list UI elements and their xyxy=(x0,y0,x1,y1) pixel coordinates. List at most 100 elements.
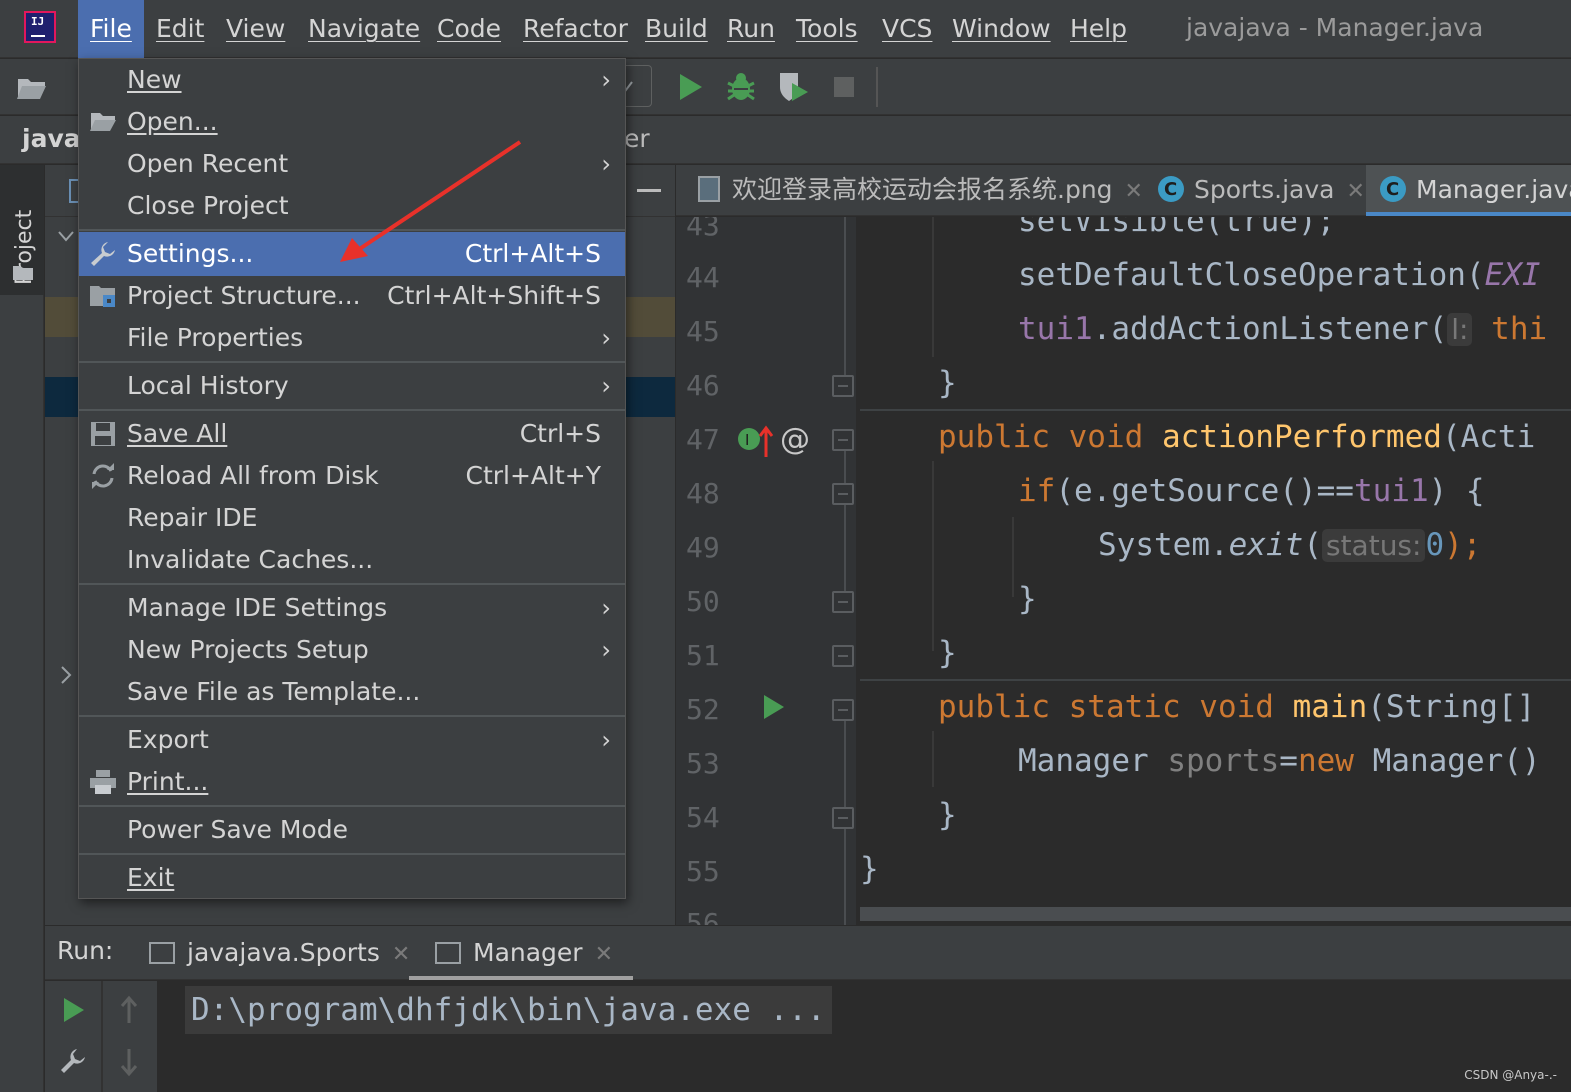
menu-item-project-structure[interactable]: Project Structure... Ctrl+Alt+Shift+S xyxy=(79,275,625,317)
breadcrumb-tail[interactable]: er xyxy=(624,124,650,153)
menu-item-export[interactable]: Export › xyxy=(79,719,625,761)
line-number: 49 xyxy=(686,531,720,564)
menu-item-open[interactable]: Open... xyxy=(79,101,625,143)
scroll-up-icon[interactable] xyxy=(119,995,139,1025)
line-number: 55 xyxy=(686,855,720,888)
wrench-icon[interactable] xyxy=(59,1047,87,1075)
menu-item-exit[interactable]: Exit xyxy=(79,857,625,899)
close-icon[interactable]: ✕ xyxy=(1125,179,1143,204)
line-number: 43 xyxy=(686,217,720,242)
menu-separator xyxy=(79,853,625,855)
chevron-right-icon[interactable] xyxy=(59,665,73,685)
menu-item-close-project[interactable]: Close Project xyxy=(79,185,625,227)
run-main-icon[interactable] xyxy=(762,693,786,721)
code-line-53: Manager sports=new Manager() xyxy=(1018,743,1541,779)
open-folder-icon[interactable] xyxy=(16,73,48,101)
menu-separator xyxy=(79,583,625,585)
menu-window[interactable]: Window xyxy=(952,0,1051,58)
implements-method-icon[interactable]: I xyxy=(736,423,780,459)
menu-edit[interactable]: Edit xyxy=(156,0,204,58)
menu-item-save-all[interactable]: Save All Ctrl+S xyxy=(79,413,625,455)
menu-item-power-save-mode[interactable]: Power Save Mode xyxy=(79,809,625,851)
fold-line xyxy=(844,505,846,591)
menu-item-save-file-as-template[interactable]: Save File as Template... xyxy=(79,671,625,713)
menu-item-print[interactable]: Print... xyxy=(79,761,625,803)
menu-file[interactable]: File xyxy=(78,0,144,58)
run-icon[interactable] xyxy=(676,72,704,102)
close-icon[interactable]: ✕ xyxy=(1346,179,1364,204)
debug-icon[interactable] xyxy=(726,71,756,103)
fold-marker-icon[interactable] xyxy=(832,483,854,505)
parameter-hint: l: xyxy=(1447,313,1473,346)
console-output[interactable]: D:\program\dhfjdk\bin\java.exe ... xyxy=(185,986,832,1034)
close-icon[interactable]: ✕ xyxy=(392,942,410,967)
menu-item-invalidate-caches[interactable]: Invalidate Caches... xyxy=(79,539,625,581)
fold-marker-icon[interactable] xyxy=(832,375,854,397)
rerun-icon[interactable] xyxy=(61,995,87,1025)
line-number: 56 xyxy=(686,907,720,925)
scroll-down-icon[interactable] xyxy=(119,1047,139,1077)
menu-item-repair-ide[interactable]: Repair IDE xyxy=(79,497,625,539)
method-separator xyxy=(860,409,1571,411)
code-line-45: tui1.addActionListener(l: thi xyxy=(1018,311,1548,347)
menu-item-new-projects-setup[interactable]: New Projects Setup › xyxy=(79,629,625,671)
line-number: 52 xyxy=(686,693,720,726)
menu-item-new[interactable]: New › xyxy=(79,59,625,101)
menu-code[interactable]: Code xyxy=(437,0,501,58)
menu-build[interactable]: Build xyxy=(645,0,708,58)
tab-label: Manager.java xyxy=(1416,175,1571,204)
menu-item-settings[interactable]: Settings... Ctrl+Alt+S xyxy=(79,232,625,276)
menu-item-reload-all[interactable]: Reload All from Disk Ctrl+Alt+Y xyxy=(79,455,625,497)
fold-marker-icon[interactable] xyxy=(832,429,854,451)
fold-marker-icon[interactable] xyxy=(832,807,854,829)
menu-tools[interactable]: Tools xyxy=(796,0,858,58)
fold-marker-icon[interactable] xyxy=(832,699,854,721)
tab-image-file[interactable]: 欢迎登录高校运动会报名系统.png ✕ xyxy=(698,165,1143,216)
toolbar-separator xyxy=(876,67,878,107)
menu-navigate[interactable]: Navigate xyxy=(308,0,420,58)
editor-tab-bar: 欢迎登录高校运动会报名系统.png ✕ Sports.java ✕ Manager.… xyxy=(676,165,1571,216)
minimize-icon[interactable] xyxy=(637,189,661,192)
run-tab-manager[interactable]: Manager ✕ xyxy=(409,926,634,980)
code-line-44: setDefaultCloseOperation(EXI xyxy=(1018,257,1541,293)
run-with-coverage-icon[interactable] xyxy=(776,71,810,103)
stop-icon[interactable] xyxy=(834,77,854,97)
tab-sports-java[interactable]: Sports.java ✕ xyxy=(1158,165,1365,216)
menu-item-local-history[interactable]: Local History › xyxy=(79,365,625,407)
chevron-right-icon: › xyxy=(601,372,611,400)
svg-text:@: @ xyxy=(780,423,810,455)
console-icon xyxy=(149,942,175,964)
horizontal-scrollbar[interactable] xyxy=(860,907,1571,921)
tab-label: Sports.java xyxy=(1194,175,1335,204)
menu-item-manage-ide-settings[interactable]: Manage IDE Settings › xyxy=(79,587,625,629)
line-number: 45 xyxy=(686,315,720,348)
annotation-at-icon[interactable]: @ xyxy=(780,423,812,455)
tab-manager-java[interactable]: Manager.java xyxy=(1366,165,1571,216)
line-number: 47 xyxy=(686,423,720,456)
menubar: IJ File Edit View Navigate Code Refactor… xyxy=(0,0,1571,58)
folder-icon xyxy=(13,266,33,280)
chevron-down-icon[interactable] xyxy=(57,229,75,243)
editor-gutter: 43 44 45 46 47 48 49 50 51 52 53 54 55 5… xyxy=(676,217,856,925)
menu-item-open-recent[interactable]: Open Recent › xyxy=(79,143,625,185)
code-line-51: } xyxy=(938,635,957,671)
run-tab-sports[interactable]: javajava.Sports ✕ xyxy=(149,926,410,980)
line-number: 54 xyxy=(686,801,720,834)
menu-run[interactable]: Run xyxy=(727,0,775,58)
close-icon[interactable]: ✕ xyxy=(595,942,613,967)
menu-item-file-properties[interactable]: File Properties › xyxy=(79,317,625,359)
code-editor[interactable]: 43 44 45 46 47 48 49 50 51 52 53 54 55 5… xyxy=(676,217,1571,925)
menu-help[interactable]: Help xyxy=(1070,0,1127,58)
code-line-54: } xyxy=(938,797,957,833)
fold-line xyxy=(844,451,846,483)
fold-marker-icon[interactable] xyxy=(832,645,854,667)
toolbar-divider xyxy=(101,981,103,1092)
chevron-right-icon: › xyxy=(601,324,611,352)
project-tool-tab[interactable]: Project xyxy=(0,165,44,295)
menu-vcs[interactable]: VCS xyxy=(882,0,932,58)
menu-refactor[interactable]: Refactor xyxy=(523,0,628,58)
menu-view[interactable]: View xyxy=(226,0,285,58)
code-line-55: } xyxy=(860,851,879,887)
fold-marker-icon[interactable] xyxy=(832,591,854,613)
parameter-hint: status: xyxy=(1321,529,1426,562)
